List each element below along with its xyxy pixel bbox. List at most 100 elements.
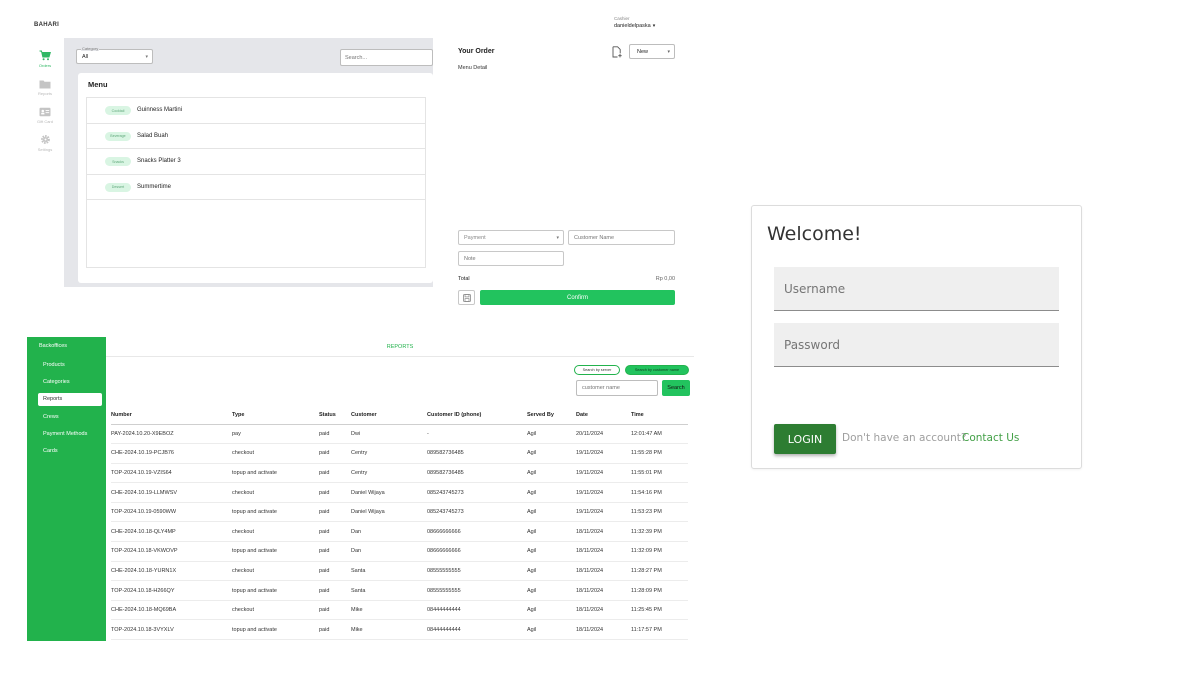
table-row[interactable]: TOP-2024.10.18-VKWOVP topup and activate p… [111, 541, 688, 562]
menu-list: Cocktail Guinness Martini Beverage Salad… [86, 97, 426, 268]
search-by-customer-chip[interactable]: Search by customer name [625, 365, 689, 375]
save-button[interactable] [458, 290, 475, 305]
menu-item[interactable]: Cocktail Guinness Martini [87, 98, 425, 124]
table-cell: 11:54:16 PM [631, 482, 688, 503]
cashier-label: Cashier [614, 16, 630, 21]
menu-item[interactable]: Beverage Salad Buah [87, 124, 425, 149]
table-cell: Agil [527, 521, 576, 543]
table-cell: CHE-2024.10.19-LLMWSV [111, 482, 232, 503]
reports-table: Number Type Status Customer Customer ID … [111, 406, 688, 641]
reports-main: REPORTS Search by server Search by custo… [106, 337, 694, 642]
sidebar-item-reports[interactable]: Reports [38, 393, 102, 406]
sidebar-item-categories[interactable]: Categories [38, 376, 102, 389]
contact-us-link[interactable]: Contact Us [962, 432, 1019, 444]
customer-search-input[interactable] [576, 380, 658, 396]
menu-item-name: Summertime [137, 183, 172, 190]
nav-item-settings[interactable]: Settings [34, 134, 56, 152]
confirm-button[interactable]: Confirm [480, 290, 675, 305]
order-type-select[interactable]: New ▾ [629, 44, 675, 59]
category-badge: Dessert [105, 182, 131, 192]
page-title: REPORTS [386, 344, 414, 350]
menu-item[interactable]: Snacks Snacks Platter 3 [87, 149, 425, 175]
reports-header: REPORTS [106, 337, 694, 357]
note-input[interactable] [458, 251, 564, 266]
menu-search-input[interactable] [340, 49, 433, 66]
table-row[interactable]: PAY-2024.10.20-X9EBOZ pay paid Dwi - Agil 20/1… [111, 424, 688, 445]
column-header: Time [631, 406, 688, 425]
sidebar-item-crews[interactable]: Crews [38, 411, 102, 424]
column-header: Customer [351, 406, 427, 425]
table-cell: 20/11/2024 [576, 424, 631, 445]
table-cell: paid [319, 443, 351, 464]
nav-item-gift-card[interactable]: Gift Card [34, 106, 56, 124]
payment-select[interactable]: Payment ▾ [458, 230, 564, 245]
table-cell: 11:25:45 PM [631, 600, 688, 621]
table-cell: TOP-2024.10.18-H266QY [111, 580, 232, 601]
table-row[interactable]: CHE-2024.10.19-PCJB76 checkout paid Centry 0… [111, 443, 688, 464]
login-button[interactable]: LOGIN [774, 424, 836, 454]
menu-item[interactable]: Dessert Summertime [87, 175, 425, 200]
table-row[interactable]: TOP-2024.10.18-H266QY topup and activate p… [111, 580, 688, 601]
nav-item-label: Orders [38, 63, 52, 68]
pos-screen: BAHARI Cashier danieldelpaska ▾ Orders Re… [28, 12, 688, 317]
table-cell: Agil [527, 561, 576, 582]
column-header: Date [576, 406, 631, 425]
category-badge: Snacks [105, 157, 131, 166]
table-row[interactable]: CHE-2024.10.19-LLMWSV checkout paid Daniel … [111, 482, 688, 503]
table-cell: 11:28:27 PM [631, 561, 688, 582]
new-document-icon[interactable] [611, 45, 623, 58]
search-button[interactable]: Search [662, 380, 690, 396]
table-cell: Agil [527, 482, 576, 503]
table-cell: 08555555555 [427, 580, 527, 601]
table-cell: pay [232, 424, 319, 445]
sidebar-item-products[interactable]: Products [38, 359, 102, 372]
customer-name-input[interactable] [568, 230, 675, 245]
category-badge: Cocktail [105, 106, 131, 115]
backoffice-sidebar: Backoffices Products Categories Reports … [27, 337, 106, 641]
table-cell: 18/11/2024 [576, 580, 631, 601]
table-cell: Santa [351, 580, 427, 601]
table-cell: Agil [527, 463, 576, 484]
nav-item-reports[interactable]: Reports [34, 78, 56, 96]
login-card: Welcome! LOGIN Don't have an account? Co… [751, 205, 1082, 469]
backoffice-screen: Backoffices Products Categories Reports … [27, 337, 694, 642]
table-row[interactable]: CHE-2024.10.18-QLY4MP checkout paid Dan 0866… [111, 521, 688, 543]
table-row[interactable]: TOP-2024.10.18-3VYXLV topup and activate p… [111, 619, 688, 641]
table-row[interactable]: TOP-2024.10.19-0590WW topup and activate p… [111, 502, 688, 523]
nav-item-label: Gift Card [36, 119, 53, 124]
table-cell: topup and activate [232, 541, 319, 562]
table-cell: topup and activate [232, 619, 319, 641]
table-cell: paid [319, 502, 351, 523]
welcome-title: Welcome! [767, 223, 862, 245]
table-cell: Agil [527, 541, 576, 562]
category-select[interactable]: Category All ▾ [76, 46, 153, 64]
category-label: Category [81, 46, 100, 51]
cashier-dropdown[interactable]: danieldelpaska ▾ [614, 23, 655, 29]
table-cell: Daniel Wijaya [351, 482, 427, 503]
table-cell: Dan [351, 521, 427, 543]
table-row[interactable]: CHE-2024.10.18-YURN1X checkout paid Santa 08… [111, 561, 688, 582]
table-cell: 11:28:09 PM [631, 580, 688, 601]
table-cell: paid [319, 521, 351, 543]
table-cell: checkout [232, 561, 319, 582]
category-value: All [82, 54, 89, 60]
sidebar-item-cards[interactable]: Cards [38, 445, 102, 458]
table-cell: 18/11/2024 [576, 561, 631, 582]
table-cell: 11:55:28 PM [631, 443, 688, 464]
table-cell: 18/11/2024 [576, 541, 631, 562]
table-row[interactable]: TOP-2024.10.19-VZIS64 topup and activate p… [111, 463, 688, 484]
category-badge: Beverage [105, 131, 131, 141]
sidebar-title: Backoffices [39, 343, 68, 349]
order-panel: Your Order Menu Detail New ▾ Payment ▾ T… [456, 42, 678, 307]
table-row[interactable]: CHE-2024.10.18-MQ69BA checkout paid Mike 084… [111, 600, 688, 621]
sidebar-item-payment-methods[interactable]: Payment Methods [38, 428, 102, 441]
reports-table-body: PAY-2024.10.20-X9EBOZ pay paid Dwi - Agil 20/1… [111, 424, 688, 641]
search-by-server-chip[interactable]: Search by server [574, 365, 620, 375]
password-input[interactable] [774, 323, 1059, 367]
table-cell: Agil [527, 443, 576, 464]
username-input[interactable] [774, 267, 1059, 311]
table-cell: Santa [351, 561, 427, 582]
cashier-selector[interactable]: Cashier danieldelpaska ▾ [614, 16, 655, 29]
table-cell: Agil [527, 502, 576, 523]
nav-item-orders[interactable]: Orders [34, 50, 56, 68]
